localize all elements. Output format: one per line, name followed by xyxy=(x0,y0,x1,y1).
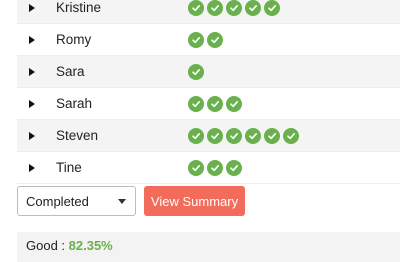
expand-row-button[interactable] xyxy=(17,56,45,87)
check-circle-icon xyxy=(226,127,242,144)
check-circle-icon xyxy=(188,159,204,176)
expand-row-button[interactable] xyxy=(17,24,45,55)
expand-row-button[interactable] xyxy=(17,120,45,151)
student-name: Sarah xyxy=(56,96,93,111)
controls-bar: Completed View Summary xyxy=(17,186,245,216)
check-circle-icon xyxy=(188,127,204,144)
check-circle-icon xyxy=(207,159,223,176)
triangle-right-icon xyxy=(29,67,35,76)
check-circle-icon xyxy=(207,31,223,48)
check-circle-icon xyxy=(264,127,280,144)
completion-checks xyxy=(188,127,299,144)
check-circle-icon xyxy=(207,127,223,144)
check-circle-icon xyxy=(264,0,280,16)
summary-label: Good : xyxy=(26,238,69,253)
check-circle-icon xyxy=(188,31,204,48)
student-name: Romy xyxy=(56,32,92,47)
expand-row-button[interactable] xyxy=(17,0,45,23)
completion-checks xyxy=(188,95,242,112)
triangle-right-icon xyxy=(29,35,35,44)
check-circle-icon xyxy=(226,95,242,112)
completion-checks xyxy=(188,31,223,48)
students-table: Kristine Romy Sara Sarah Steven Tine xyxy=(17,0,400,184)
table-row: Steven xyxy=(17,120,400,152)
status-filter-select[interactable]: Completed xyxy=(17,186,136,216)
student-name: Sara xyxy=(56,64,85,79)
summary-percent: 82.35% xyxy=(68,238,113,253)
expand-row-button[interactable] xyxy=(17,152,45,183)
table-row: Tine xyxy=(17,152,400,184)
table-row: Kristine xyxy=(17,0,400,24)
check-circle-icon xyxy=(226,159,242,176)
check-circle-icon xyxy=(226,0,242,16)
summary-bar: Good : 82.35% xyxy=(17,232,400,262)
check-circle-icon xyxy=(245,127,261,144)
check-circle-icon xyxy=(207,0,223,16)
check-circle-icon xyxy=(245,0,261,16)
table-row: Romy xyxy=(17,24,400,56)
completion-checks xyxy=(188,63,204,80)
check-circle-icon xyxy=(283,127,299,144)
triangle-right-icon xyxy=(29,3,35,12)
check-circle-icon xyxy=(207,95,223,112)
student-name: Tine xyxy=(56,160,82,175)
expand-row-button[interactable] xyxy=(17,88,45,119)
completion-checks xyxy=(188,159,242,176)
check-circle-icon xyxy=(188,63,204,80)
status-filter-value: Completed xyxy=(26,193,89,209)
view-summary-button[interactable]: View Summary xyxy=(144,186,245,216)
triangle-right-icon xyxy=(29,131,35,140)
caret-down-icon xyxy=(118,198,126,204)
completion-checks xyxy=(188,0,280,16)
table-row: Sarah xyxy=(17,88,400,120)
student-name: Steven xyxy=(56,128,99,143)
check-circle-icon xyxy=(188,0,204,16)
student-name: Kristine xyxy=(56,0,102,15)
triangle-right-icon xyxy=(29,163,35,172)
table-row: Sara xyxy=(17,56,400,88)
check-circle-icon xyxy=(188,95,204,112)
triangle-right-icon xyxy=(29,99,35,108)
